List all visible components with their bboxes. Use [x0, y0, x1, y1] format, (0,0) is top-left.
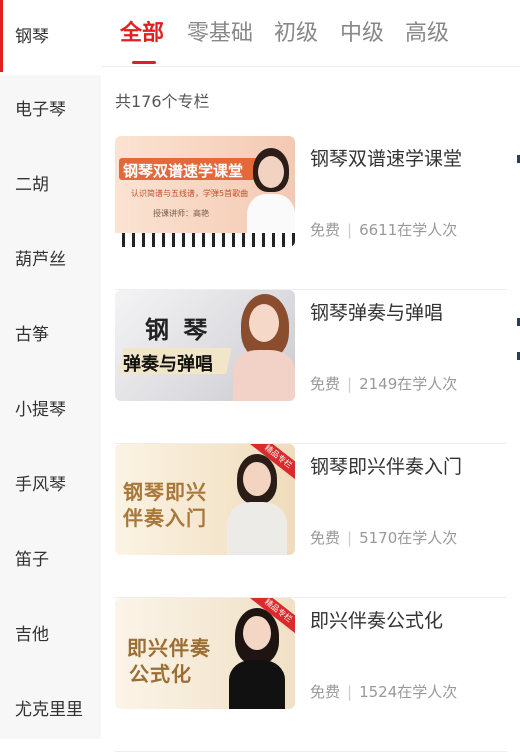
thumb-title: 钢琴即兴	[123, 480, 207, 504]
tab-intermediate[interactable]: 中级	[340, 15, 384, 47]
sidebar-item-label: 吉他	[15, 625, 49, 645]
sidebar-item-dizi[interactable]: 笛子	[0, 523, 101, 598]
course-price: 免费	[310, 375, 341, 393]
category-sidebar: 钢琴 电子琴 二胡 葫芦丝 古筝 小提琴 手风琴 笛子 吉他 尤克里里	[0, 0, 101, 739]
column-count: 共176个专栏	[115, 92, 210, 111]
course-thumbnail: 即兴伴奏 公式化 精品专栏	[115, 598, 295, 709]
sidebar-item-label: 钢琴	[15, 27, 49, 47]
course-price: 免费	[310, 529, 341, 547]
sidebar-item-label: 小提琴	[15, 400, 66, 420]
course-meta: 免费 | 2149在学人次	[310, 375, 458, 393]
sidebar-item-guzheng[interactable]: 古筝	[0, 298, 101, 373]
sidebar-item-guitar[interactable]: 吉他	[0, 598, 101, 673]
sidebar-item-label: 电子琴	[15, 100, 66, 120]
course-card[interactable]: 钢琴双谱速学课堂 认识简谱与五线谱，学弹5首歌曲 授课讲师：高艳 钢琴双谱速学课…	[115, 136, 507, 290]
course-card[interactable]: 即兴伴奏 公式化 精品专栏 即兴伴奏公式化 免费 | 1524在学人次	[115, 598, 507, 752]
course-meta: 免费 | 1524在学人次	[310, 683, 458, 701]
course-learners: 1524在学人次	[359, 683, 458, 701]
thumb-title: 钢 琴	[145, 316, 211, 344]
course-thumbnail: 钢琴双谱速学课堂 认识简谱与五线谱，学弹5首歌曲 授课讲师：高艳	[115, 136, 295, 247]
course-meta: 免费 | 5170在学人次	[310, 529, 458, 547]
course-thumbnail: 钢琴即兴 伴奏入门 精品专栏	[115, 444, 295, 555]
sidebar-item-electronic-keyboard[interactable]: 电子琴	[0, 73, 101, 148]
tab-all[interactable]: 全部	[120, 15, 164, 47]
thumb-subtitle: 认识简谱与五线谱，学弹5首歌曲	[131, 189, 249, 198]
sidebar-item-piano[interactable]: 钢琴	[0, 0, 101, 75]
thumb-subtitle: 公式化	[129, 662, 192, 686]
thumb-title: 钢琴双谱速学课堂	[123, 162, 244, 180]
course-meta: 免费 | 6611在学人次	[310, 221, 458, 239]
sidebar-item-label: 葫芦丝	[15, 250, 66, 270]
main-content: 全部 零基础 初级 中级 高级 共176个专栏 钢琴双谱速学课堂 认识简谱与五线…	[101, 0, 520, 752]
thumb-subtitle: 弹奏与弹唱	[123, 354, 213, 375]
course-learners: 2149在学人次	[359, 375, 458, 393]
thumb-title: 即兴伴奏	[127, 636, 211, 660]
course-learners: 6611在学人次	[359, 221, 458, 239]
course-title: 即兴伴奏公式化	[310, 610, 444, 632]
piano-keys-decoration	[115, 233, 295, 247]
course-price: 免费	[310, 221, 341, 239]
sidebar-item-violin[interactable]: 小提琴	[0, 373, 101, 448]
course-title: 钢琴弹奏与弹唱	[310, 302, 444, 324]
course-title: 钢琴即兴伴奏入门	[310, 456, 463, 478]
tab-beginner-zero[interactable]: 零基础	[187, 15, 253, 47]
sidebar-item-label: 尤克里里	[15, 700, 83, 720]
sidebar-item-ukulele[interactable]: 尤克里里	[0, 673, 101, 748]
tab-advanced[interactable]: 高级	[405, 15, 449, 47]
course-thumbnail: 钢 琴 弹奏与弹唱	[115, 290, 295, 401]
sidebar-item-label: 二胡	[15, 175, 49, 195]
sidebar-item-label: 手风琴	[15, 475, 66, 495]
level-tabs: 全部 零基础 初级 中级 高级	[101, 0, 520, 67]
course-learners: 5170在学人次	[359, 529, 458, 547]
sidebar-item-hulusi[interactable]: 葫芦丝	[0, 223, 101, 298]
sidebar-item-accordion[interactable]: 手风琴	[0, 448, 101, 523]
sidebar-item-label: 笛子	[15, 550, 49, 570]
course-card[interactable]: 钢琴即兴 伴奏入门 精品专栏 钢琴即兴伴奏入门 免费 | 5170在学人次	[115, 444, 507, 598]
active-tab-indicator	[132, 61, 156, 64]
sidebar-item-label: 古筝	[15, 325, 49, 345]
course-price: 免费	[310, 683, 341, 701]
thumb-teacher: 授课讲师：高艳	[153, 209, 209, 218]
tab-elementary[interactable]: 初级	[274, 15, 318, 47]
course-title: 钢琴双谱速学课堂	[310, 148, 463, 170]
thumb-subtitle: 伴奏入门	[123, 506, 207, 530]
sidebar-item-erhu[interactable]: 二胡	[0, 148, 101, 223]
course-card[interactable]: 钢 琴 弹奏与弹唱 钢琴弹奏与弹唱 免费 | 2149在学人次	[115, 290, 507, 444]
